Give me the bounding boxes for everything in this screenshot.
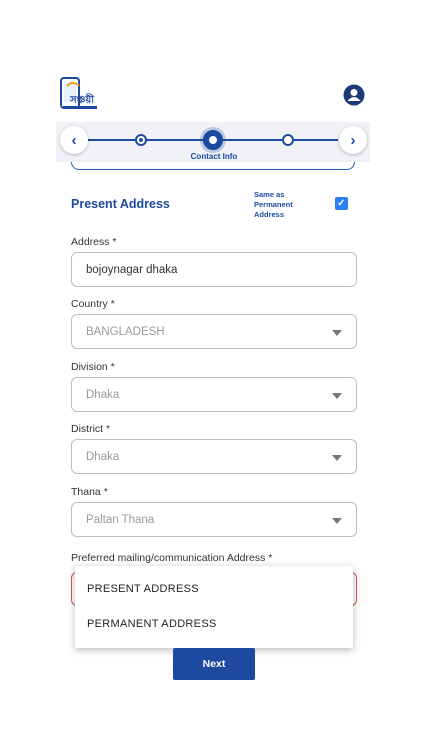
logo-wordmark: সঞ্চয়ী: [69, 92, 95, 106]
district-select[interactable]: Dhaka: [71, 439, 357, 474]
option-present-address[interactable]: PRESENT ADDRESS: [87, 583, 199, 595]
chevron-down-icon: [332, 518, 342, 524]
current-step-label: Contact Info: [190, 152, 238, 161]
chevron-left-icon[interactable]: ‹: [60, 126, 88, 154]
chevron-down-icon: [332, 393, 342, 399]
thana-value: Paltan Thana: [86, 513, 155, 526]
division-value: Dhaka: [86, 388, 120, 401]
same-as-permanent-label: Same as Permanent Address: [254, 190, 293, 219]
mailing-address-dropdown: PRESENT ADDRESS PERMANENT ADDRESS: [75, 566, 353, 648]
user-avatar-icon[interactable]: [343, 84, 365, 106]
country-label: Country *: [71, 298, 115, 310]
division-label: Division *: [71, 361, 115, 373]
step-upcoming[interactable]: [282, 134, 294, 146]
step-current[interactable]: [203, 130, 223, 150]
chevron-down-icon: [332, 455, 342, 461]
country-select[interactable]: BANGLADESH: [71, 314, 357, 349]
app-logo[interactable]: সঞ্চয়ী: [59, 76, 99, 112]
next-button[interactable]: Next: [173, 648, 255, 680]
thana-select[interactable]: Paltan Thana: [71, 502, 357, 537]
division-select[interactable]: Dhaka: [71, 377, 357, 412]
app-frame: সঞ্চয়ী ‹ › Contact Info Present Address…: [56, 72, 370, 696]
mailing-address-label: Preferred mailing/communication Address …: [71, 552, 273, 564]
option-permanent-address[interactable]: PERMANENT ADDRESS: [87, 618, 217, 630]
chevron-down-icon: [332, 330, 342, 336]
chevron-right-icon[interactable]: ›: [339, 126, 367, 154]
thana-label: Thana *: [71, 486, 108, 498]
country-value: BANGLADESH: [86, 325, 165, 338]
district-value: Dhaka: [86, 450, 120, 463]
step-completed[interactable]: [135, 134, 147, 146]
address-input[interactable]: bojoynagar dhaka: [71, 252, 357, 287]
same-as-permanent-checkbox[interactable]: ✓: [335, 197, 348, 210]
progress-stepper: ‹ › Contact Info: [56, 122, 370, 162]
previous-card-edge: [71, 162, 355, 170]
district-label: District *: [71, 423, 111, 435]
app-header: সঞ্চয়ী: [56, 72, 370, 120]
address-label: Address *: [71, 236, 117, 248]
section-title: Present Address: [71, 197, 170, 211]
address-value: bojoynagar dhaka: [86, 263, 178, 276]
